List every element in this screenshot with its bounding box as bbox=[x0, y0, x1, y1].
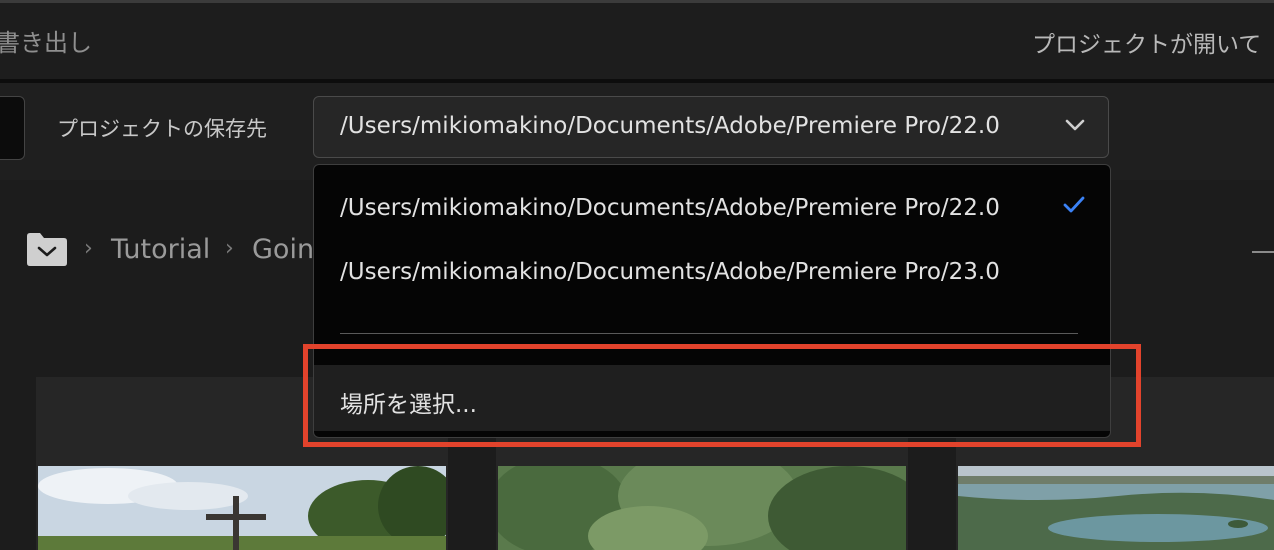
thumbnail-cross-image bbox=[38, 466, 446, 550]
chevron-down-icon bbox=[1065, 119, 1085, 131]
breadcrumb-separator-icon: › bbox=[84, 236, 93, 261]
thumbnail-forest-image bbox=[498, 466, 906, 550]
checkmark-icon bbox=[1063, 196, 1085, 213]
folder-icon[interactable] bbox=[25, 230, 69, 268]
location-label: プロジェクトの保存先 bbox=[57, 117, 267, 141]
location-select[interactable]: /Users/mikiomakino/Documents/Adobe/Premi… bbox=[313, 96, 1109, 158]
breadcrumb-separator-icon: › bbox=[225, 236, 234, 261]
breadcrumb-item-tutorial[interactable]: Tutorial bbox=[111, 234, 210, 265]
breadcrumb-item-current[interactable]: Goin bbox=[252, 234, 314, 265]
thumbnail-lake-image bbox=[958, 466, 1274, 550]
annotation-highlight-box bbox=[303, 344, 1141, 447]
dropdown-option-22[interactable]: /Users/mikiomakino/Documents/Adobe/Premi… bbox=[340, 195, 1000, 221]
menu-divider bbox=[340, 333, 1078, 334]
page-title: 書き出し bbox=[0, 29, 92, 57]
header: 書き出し プロジェクトが開いて bbox=[0, 3, 1274, 79]
left-field[interactable] bbox=[0, 96, 25, 160]
zoom-slider-track[interactable] bbox=[1252, 251, 1274, 253]
dropdown-option-23[interactable]: /Users/mikiomakino/Documents/Adobe/Premi… bbox=[340, 259, 1000, 285]
location-select-value: /Users/mikiomakino/Documents/Adobe/Premi… bbox=[340, 113, 1000, 139]
project-open-text: プロジェクトが開いて bbox=[1032, 32, 1262, 58]
